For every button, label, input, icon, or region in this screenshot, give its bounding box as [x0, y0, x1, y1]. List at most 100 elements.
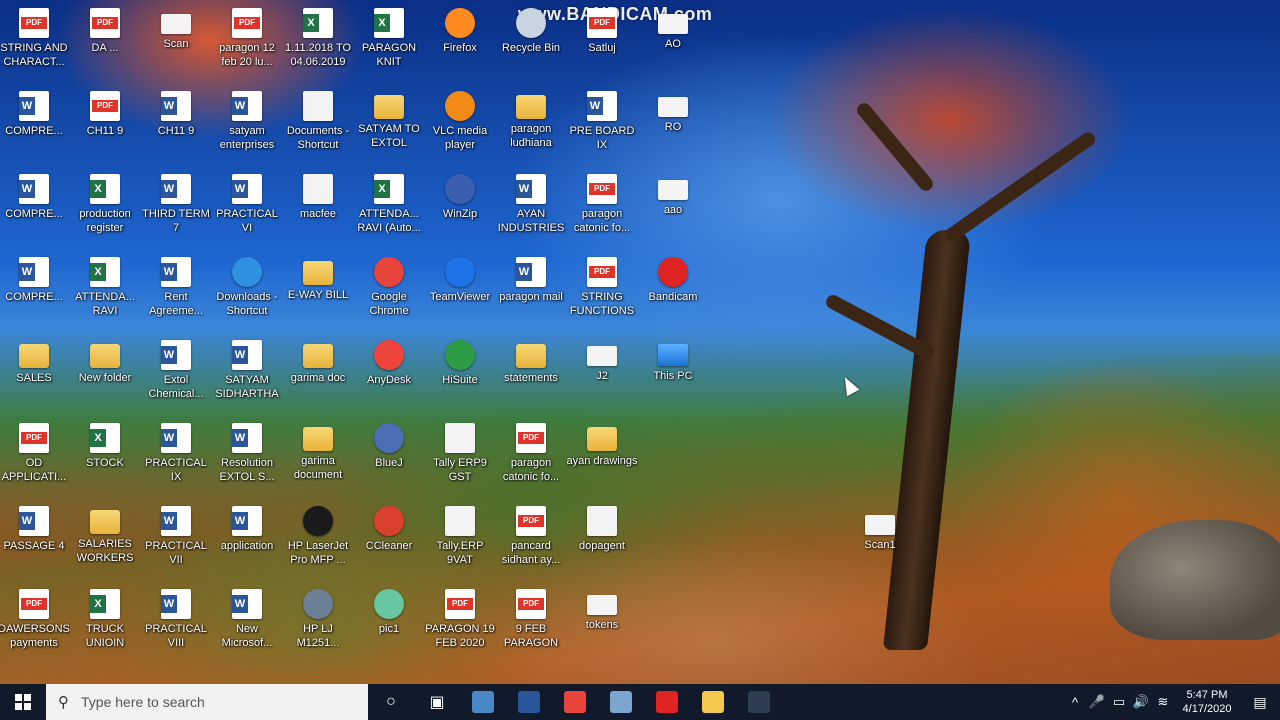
taskbar-search-box[interactable]: ⚲ Type here to search: [46, 684, 368, 720]
desktop-icon[interactable]: W PASSAGE 4: [0, 501, 70, 581]
taskbar-app-photos[interactable]: [736, 684, 782, 720]
wifi-icon[interactable]: ≋: [1152, 694, 1174, 710]
desktop-icon[interactable]: HP LJ M1251...: [282, 584, 354, 664]
desktop-icon[interactable]: VLC media player: [424, 86, 496, 166]
desktop-icon[interactable]: Downloads - Shortcut: [211, 252, 283, 332]
cortana-button[interactable]: ○: [368, 684, 414, 720]
desktop-icon[interactable]: PDF paragon 12 feb 20 lu...: [211, 3, 283, 83]
desktop-icon[interactable]: W COMPRE...: [0, 169, 70, 249]
desktop-icon[interactable]: macfee: [282, 169, 354, 249]
taskbar-app-bandicam[interactable]: [644, 684, 690, 720]
desktop-icon[interactable]: BlueJ: [353, 418, 425, 498]
action-center-icon[interactable]: ▤: [1240, 694, 1280, 711]
desktop-icon[interactable]: W PRACTICAL VII: [140, 501, 212, 581]
desktop-icon[interactable]: Google Chrome: [353, 252, 425, 332]
desktop-icon[interactable]: garima document: [282, 418, 354, 498]
desktop-icon[interactable]: WinZip: [424, 169, 496, 249]
desktop-icon[interactable]: PDF paragon catonic fo...: [495, 418, 567, 498]
desktop-icon[interactable]: PDF pancard sidhant ay...: [495, 501, 567, 581]
desktop-icon[interactable]: CCleaner: [353, 501, 425, 581]
desktop-icon[interactable]: TeamViewer: [424, 252, 496, 332]
desktop-icon[interactable]: PDF OD APPLICATI...: [0, 418, 70, 498]
desktop-icon[interactable]: X ATTENDA... RAVI: [69, 252, 141, 332]
desktop-icon[interactable]: X ATTENDA... RAVI (Auto...: [353, 169, 425, 249]
desktop-icon[interactable]: PDF PARAGON 19 FEB 2020: [424, 584, 496, 664]
desktop-icon[interactable]: PDF CH11 9: [69, 86, 141, 166]
desktop-icon[interactable]: W PRACTICAL VIII: [140, 584, 212, 664]
desktop-icon[interactable]: W AYAN INDUSTRIES: [495, 169, 567, 249]
desktop-icon[interactable]: X STOCK: [69, 418, 141, 498]
taskbar-app-file-explorer[interactable]: [690, 684, 736, 720]
desktop-icon[interactable]: PDF DA ...: [69, 3, 141, 83]
desktop-icon[interactable]: Wapplication: [211, 501, 283, 581]
desktop-icon[interactable]: HiSuite: [424, 335, 496, 415]
desktop-icon[interactable]: X PARAGON KNIT: [353, 3, 425, 83]
desktop-icon[interactable]: W THIRD TERM 7: [140, 169, 212, 249]
desktop-icon[interactable]: paragon ludhiana: [495, 86, 567, 166]
start-button[interactable]: [0, 684, 46, 720]
search-placeholder: Type here to search: [81, 694, 205, 710]
desktop-icon[interactable]: AnyDesk: [353, 335, 425, 415]
desktop-icon[interactable]: tokens: [566, 584, 638, 664]
desktop-icon[interactable]: garima doc: [282, 335, 354, 415]
desktop-icon[interactable]: W Extol Chemical...: [140, 335, 212, 415]
desktop-icon[interactable]: PDF 9 FEB PARAGON: [495, 584, 567, 664]
desktop-icon[interactable]: PDF DAWERSONS payments: [0, 584, 70, 664]
desktop-icon[interactable]: W PRE BOARD IX: [566, 86, 638, 166]
battery-icon[interactable]: ▭: [1108, 694, 1130, 710]
desktop-icon[interactable]: SALARIES WORKERS: [69, 501, 141, 581]
desktop-icon[interactable]: E-WAY BILL: [282, 252, 354, 332]
desktop-icon[interactable]: PDF paragon catonic fo...: [566, 169, 638, 249]
desktop-icon[interactable]: Xproduction register: [69, 169, 141, 249]
volume-icon[interactable]: 🔊: [1130, 694, 1152, 710]
desktop-icon[interactable]: W New Microsof...: [211, 584, 283, 664]
taskbar-app-app-1[interactable]: [460, 684, 506, 720]
desktop-icon[interactable]: Scan: [140, 3, 212, 83]
clock[interactable]: 5:47 PM 4/17/2020: [1174, 688, 1240, 716]
desktop-icon[interactable]: Tally.ERP 9VAT: [424, 501, 496, 581]
desktop-icon[interactable]: pic1: [353, 584, 425, 664]
taskbar-app-chrome[interactable]: [552, 684, 598, 720]
pdf-file-icon: PDF: [232, 8, 262, 38]
desktop-icon[interactable]: X 1.11.2018 TO 04.06.2019: [282, 3, 354, 83]
desktop-icon[interactable]: W Rent Agreeme...: [140, 252, 212, 332]
desktop-icon[interactable]: W SATYAM SIDHARTHA: [211, 335, 283, 415]
taskbar-app-word[interactable]: [506, 684, 552, 720]
desktop-icon[interactable]: Firefox: [424, 3, 496, 83]
desktop-icon[interactable]: SATYAM TO EXTOL: [353, 86, 425, 166]
desktop-icon[interactable]: Scan1: [844, 504, 916, 584]
desktop-icon[interactable]: RO: [637, 86, 709, 166]
desktop-icon[interactable]: X TRUCK UNIOIN: [69, 584, 141, 664]
desktop-icon[interactable]: PDF Satluj: [566, 3, 638, 83]
desktop-icon[interactable]: This PC: [637, 335, 709, 415]
desktop-icon[interactable]: Documents - Shortcut: [282, 86, 354, 166]
taskbar-app-app-2[interactable]: [598, 684, 644, 720]
desktop-icon[interactable]: ayan drawings: [566, 418, 638, 498]
show-hidden-icons-chevron-icon[interactable]: ^: [1064, 695, 1086, 710]
desktop-icon[interactable]: statements: [495, 335, 567, 415]
desktop-icon[interactable]: Wsatyam enterprises: [211, 86, 283, 166]
desktop-icon[interactable]: AO: [637, 3, 709, 83]
desktop-icon[interactable]: PDF STRING AND CHARACT...: [0, 3, 70, 83]
microphone-icon[interactable]: 🎤: [1086, 694, 1108, 710]
desktop-icon[interactable]: Wparagon mail: [495, 252, 567, 332]
desktop-icon[interactable]: W COMPRE...: [0, 86, 70, 166]
desktop-icon[interactable]: HP LaserJet Pro MFP ...: [282, 501, 354, 581]
desktop-icon[interactable]: New folder: [69, 335, 141, 415]
desktop-icon[interactable]: W CH11 9: [140, 86, 212, 166]
pdf-file-icon: PDF: [19, 423, 49, 453]
desktop-icon[interactable]: PDF STRING FUNCTIONS: [566, 252, 638, 332]
desktop-icon[interactable]: W Resolution EXTOL S...: [211, 418, 283, 498]
desktop-icon[interactable]: W COMPRE...: [0, 252, 70, 332]
task-view-button[interactable]: ▣: [414, 684, 460, 720]
desktop-icon[interactable]: Bandicam: [637, 252, 709, 332]
desktop-icon[interactable]: Tally ERP9 GST: [424, 418, 496, 498]
desktop-icon[interactable]: W PRACTICAL IX: [140, 418, 212, 498]
desktop-icon[interactable]: SALES: [0, 335, 70, 415]
desktop[interactable]: www.BANDICAM.com PDFSTRING AND CHARACT..…: [0, 0, 1280, 684]
desktop-icon[interactable]: Recycle Bin: [495, 3, 567, 83]
desktop-icon[interactable]: aao: [637, 169, 709, 249]
desktop-icon[interactable]: J2: [566, 335, 638, 415]
desktop-icon[interactable]: W PRACTICAL VI: [211, 169, 283, 249]
desktop-icon[interactable]: dopagent: [566, 501, 638, 581]
